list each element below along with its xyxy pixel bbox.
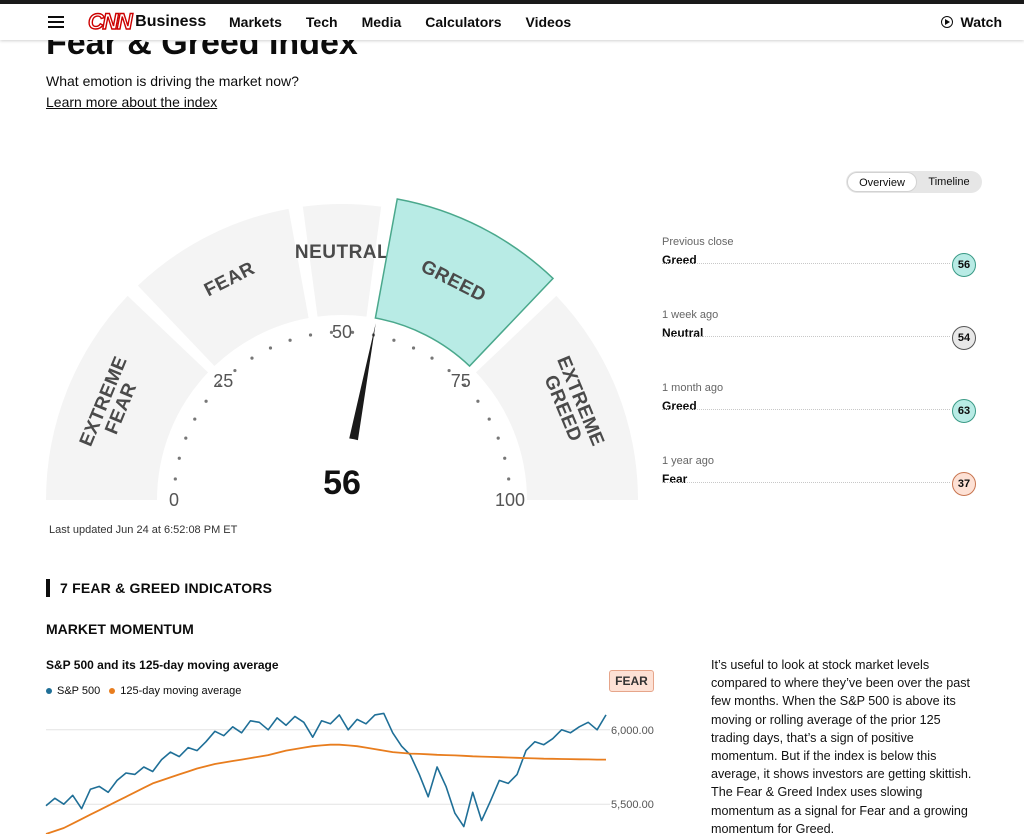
dotted-leader xyxy=(662,409,950,410)
dotted-leader xyxy=(662,482,950,483)
fear-greed-gauge: EXTREMEFEAR FEAR NEUTRAL GREED EXTREMEGREED 0… xyxy=(0,195,680,562)
gauge-tick-dot xyxy=(250,356,254,360)
dotted-leader xyxy=(662,263,950,264)
history-list: Previous close Greed 56 1 week ago Neutr… xyxy=(662,236,978,528)
gauge-tick-dot xyxy=(233,368,237,373)
timeline-toggle[interactable]: Timeline xyxy=(917,172,981,192)
gauge-svg: EXTREMEFEARFEARNEUTRALGREEDEXTREMEGREED0… xyxy=(46,198,638,562)
history-row-1-month: 1 month ago Greed 63 xyxy=(662,382,978,455)
gauge-needle xyxy=(348,323,376,442)
history-row-previous-close: Previous close Greed 56 xyxy=(662,236,978,309)
overview-toggle[interactable]: Overview xyxy=(847,172,917,192)
legend-label: 125-day moving average xyxy=(120,685,242,697)
gauge-value: 56 xyxy=(323,464,361,502)
gauge-scale-label: 75 xyxy=(451,371,471,391)
legend-label: S&P 500 xyxy=(57,685,101,697)
business-label: Business xyxy=(135,13,207,30)
cnn-business-logo[interactable]: CNN Business xyxy=(87,8,207,35)
gauge-tick-dot xyxy=(288,338,292,342)
indicators-title: 7 FEAR & GREED INDICATORS xyxy=(60,580,273,596)
history-score: 37 xyxy=(952,472,976,496)
play-icon xyxy=(940,16,953,28)
gauge-tick-dot xyxy=(430,356,434,360)
legend-dot xyxy=(109,688,116,694)
history-row-1-week: 1 week ago Neutral 54 xyxy=(662,309,978,382)
momentum-description: It’s useful to look at stock market leve… xyxy=(711,658,972,834)
history-rating: Neutral xyxy=(662,326,704,340)
gauge-tick-dot xyxy=(496,436,500,440)
heading-bar xyxy=(46,579,50,597)
gauge-scale-label: 50 xyxy=(332,322,352,342)
emotion-question: What emotion is driving the market now? xyxy=(46,73,299,89)
history-rating: Greed xyxy=(662,399,697,413)
history-score: 54 xyxy=(952,326,976,350)
gauge-tick-dot xyxy=(476,399,480,403)
chart-y-tick: 6,000.00 xyxy=(611,725,654,737)
watch-button[interactable]: Watch xyxy=(940,14,1002,30)
history-label: 1 week ago xyxy=(662,309,719,321)
nav-link-media[interactable]: Media xyxy=(362,14,402,30)
nav-link-calculators[interactable]: Calculators xyxy=(425,14,501,30)
nav-link-videos[interactable]: Videos xyxy=(526,14,572,30)
gauge-tick-dot xyxy=(204,399,208,403)
market-momentum-title: MARKET MOMENTUM xyxy=(46,621,194,637)
gauge-tick-dot xyxy=(193,417,197,421)
sp500-line xyxy=(45,712,607,828)
cnn-logo: CNN xyxy=(87,8,133,34)
indicators-heading: 7 FEAR & GREED INDICATORS xyxy=(46,579,272,597)
gauge-scale-label: 0 xyxy=(169,490,179,510)
history-score: 63 xyxy=(952,399,976,423)
nav-link-tech[interactable]: Tech xyxy=(306,14,338,30)
last-updated: Last updated Jun 24 at 6:52:08 PM ET xyxy=(49,524,238,536)
watch-label: Watch xyxy=(960,14,1002,30)
nav-link-markets[interactable]: Markets xyxy=(229,14,282,30)
gauge-segment-label: NEUTRAL xyxy=(295,242,389,263)
view-toggle: Overview Timeline xyxy=(846,171,982,193)
learn-more-link[interactable]: Learn more about the index xyxy=(46,94,217,110)
history-rating: Greed xyxy=(662,253,697,267)
gauge-tick-dot xyxy=(392,338,396,342)
gauge-tick-dot xyxy=(487,417,491,421)
legend-item-sp500: S&P 500 xyxy=(46,685,100,697)
momentum-chart: 6,000.00 5,500.00 xyxy=(0,700,680,834)
gauge-tick-dot xyxy=(184,436,188,440)
gauge-tick-dot xyxy=(177,456,181,460)
gauge-tick-dot xyxy=(411,346,416,350)
top-navigation: CNN Business Markets Tech Media Calculat… xyxy=(0,4,1024,40)
history-row-1-year: 1 year ago Fear 37 xyxy=(662,455,978,528)
nav-links: Markets Tech Media Calculators Videos xyxy=(229,14,595,30)
chart-y-tick: 5,500.00 xyxy=(611,799,654,811)
chart-title: S&P 500 and its 125-day moving average xyxy=(46,658,279,672)
chart-legend: S&P 500 125-day moving average xyxy=(46,685,250,697)
gauge-tick-dot xyxy=(503,456,507,460)
gauge-scale-label: 100 xyxy=(495,490,525,510)
history-label: 1 year ago xyxy=(662,455,714,467)
gauge-tick-dot xyxy=(268,346,273,350)
gauge-tick-dot xyxy=(507,477,511,481)
history-label: Previous close xyxy=(662,236,734,248)
gauge-tick-dot xyxy=(308,333,313,337)
moving-average-line xyxy=(45,743,606,834)
dotted-leader xyxy=(662,336,950,337)
gauge-tick-dot xyxy=(173,477,177,481)
gauge-scale-label: 25 xyxy=(213,371,233,391)
menu-icon[interactable] xyxy=(48,15,64,29)
momentum-rating-badge: FEAR xyxy=(609,670,654,692)
history-rating: Fear xyxy=(662,472,688,486)
history-label: 1 month ago xyxy=(662,382,724,394)
legend-item-moving-average: 125-day moving average xyxy=(109,685,241,697)
momentum-chart-svg: 6,000.00 5,500.00 xyxy=(45,712,654,834)
history-score: 56 xyxy=(952,253,976,277)
legend-dot xyxy=(46,688,52,694)
